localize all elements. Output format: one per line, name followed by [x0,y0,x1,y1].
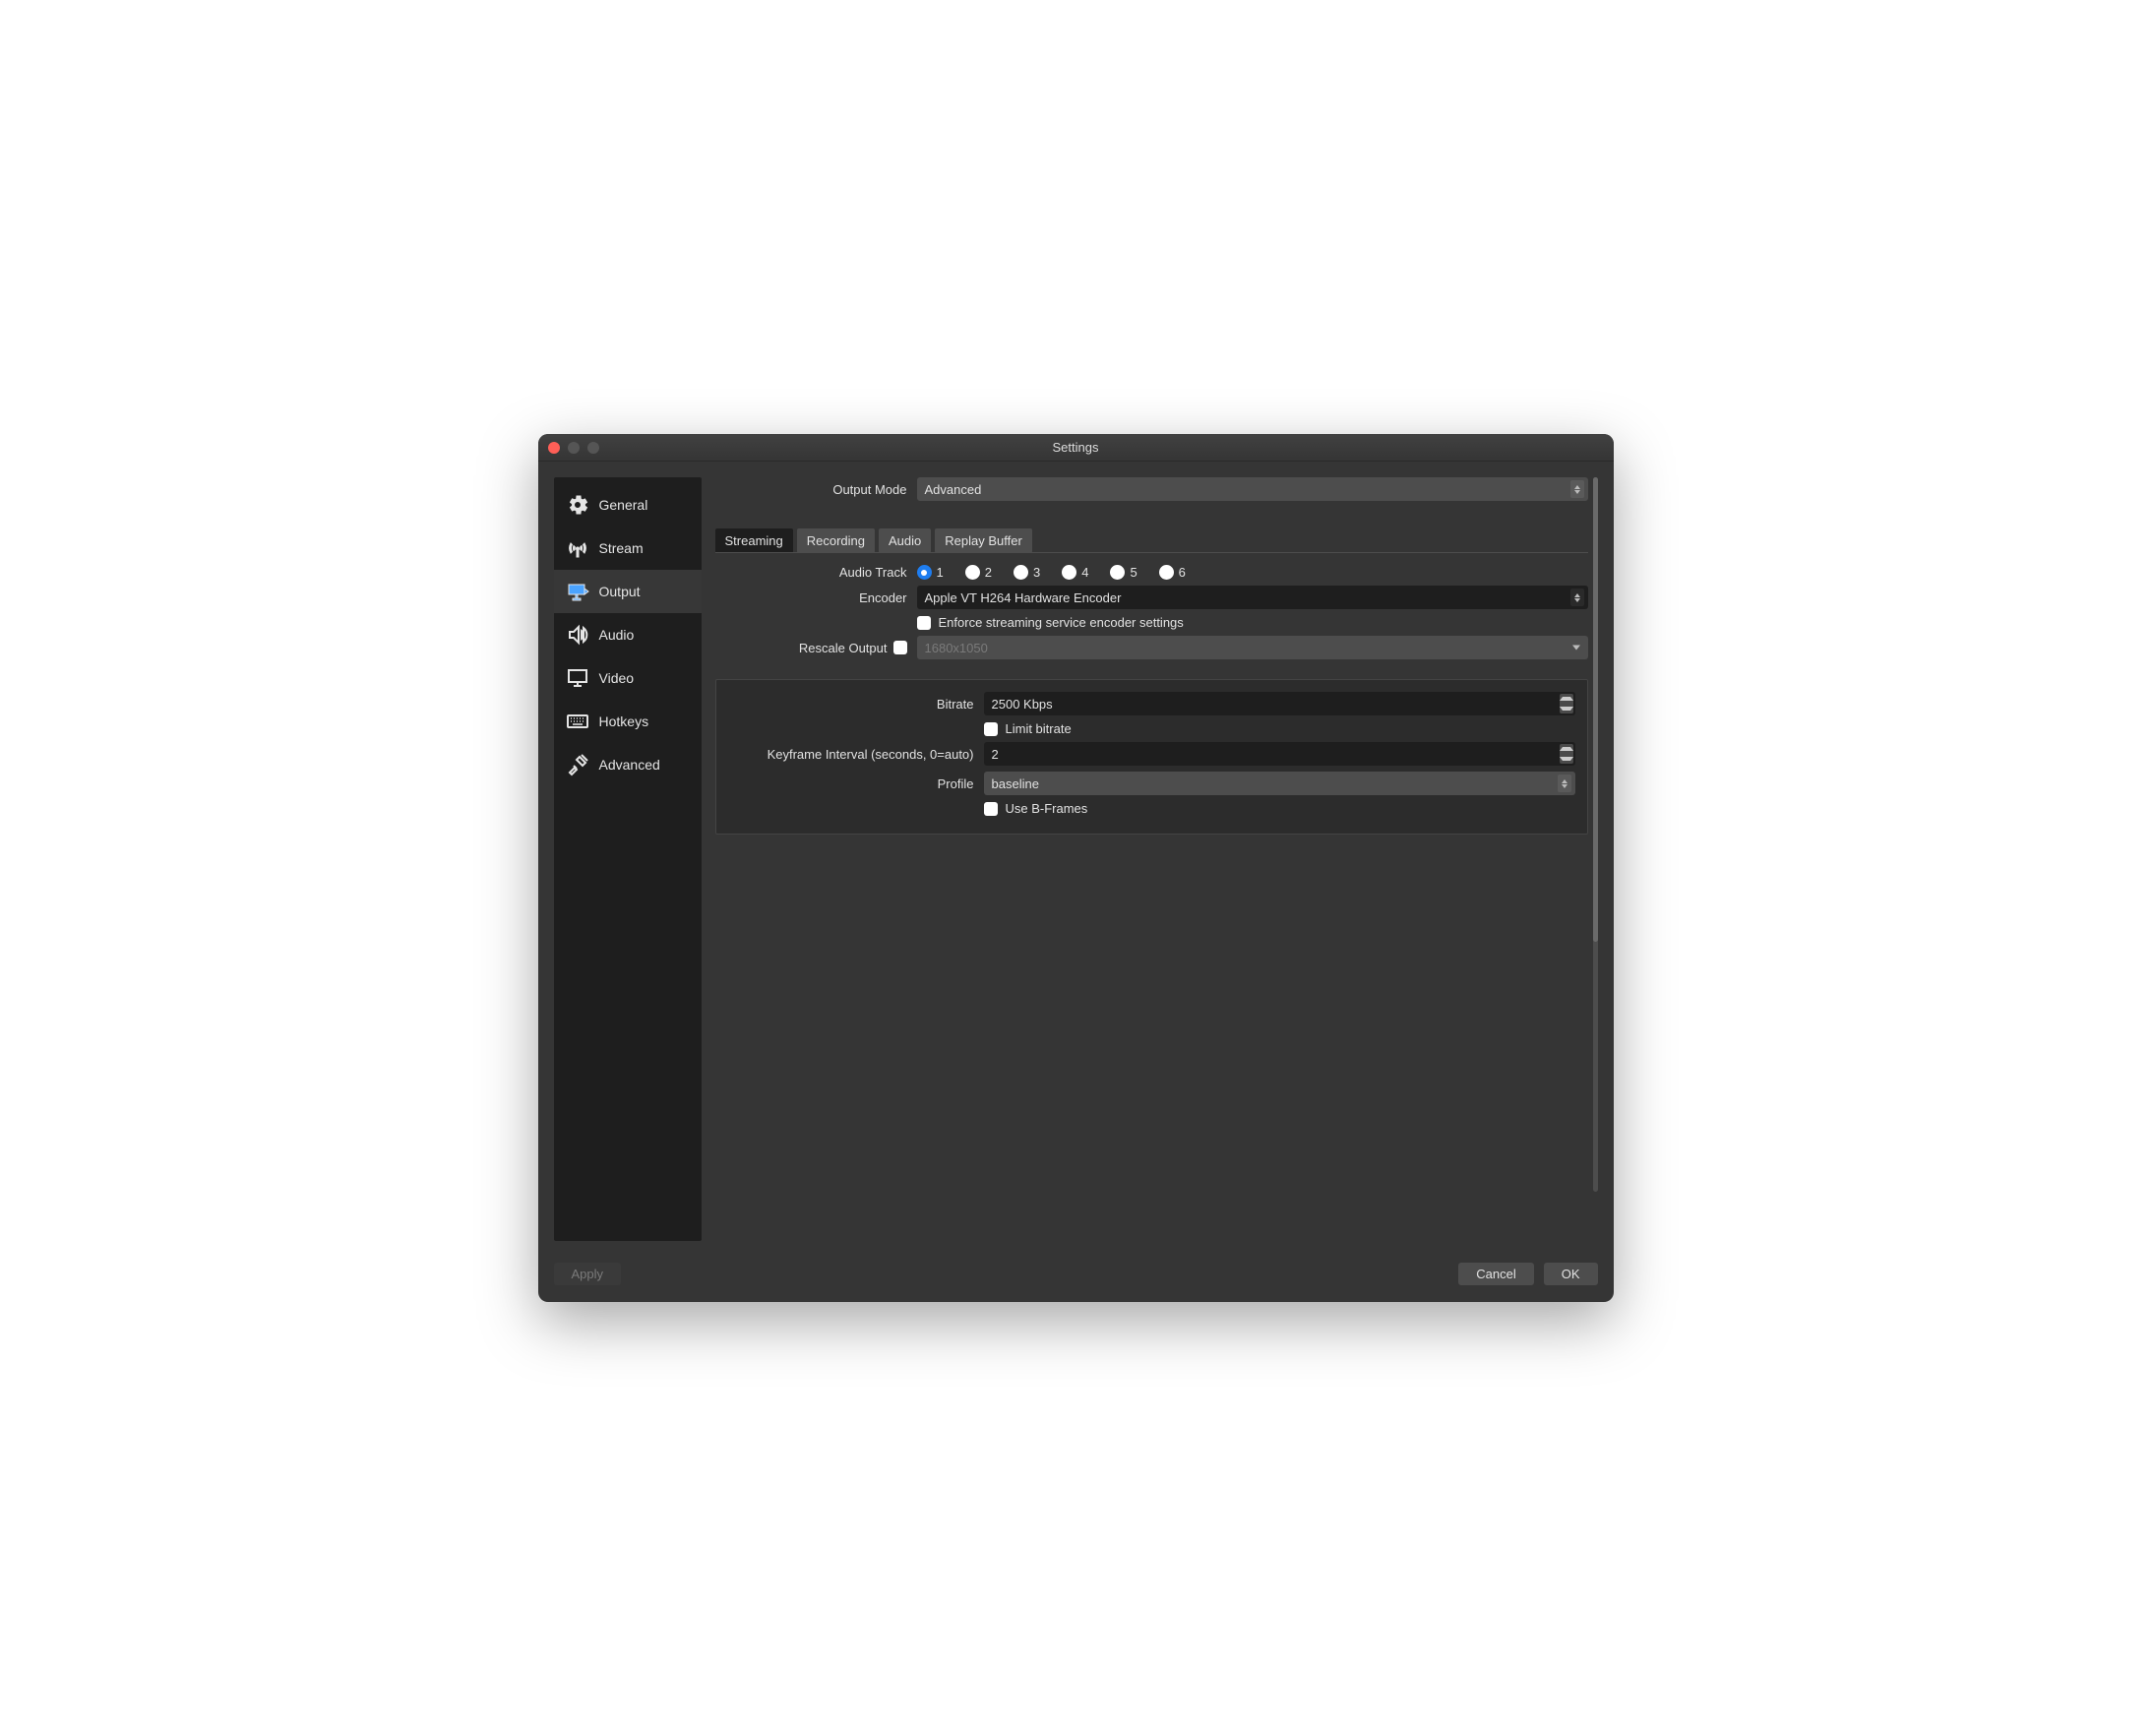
bitrate-input[interactable]: 2500 Kbps [984,692,1575,715]
sidebar-item-video[interactable]: Video [554,656,702,700]
traffic-lights [548,442,599,454]
audio-track-4[interactable]: 4 [1062,565,1088,580]
keyframe-input[interactable]: 2 [984,742,1575,766]
enforce-check-row: Enforce streaming service encoder settin… [917,615,1588,630]
sidebar-item-label: Hotkeys [599,713,649,729]
rescale-placeholder: 1680x1050 [925,641,988,655]
profile-select[interactable]: baseline [984,772,1575,795]
keyframe-label: Keyframe Interval (seconds, 0=auto) [728,747,984,762]
titlebar: Settings [538,434,1614,462]
chevron-down-icon [1572,646,1580,651]
gear-icon [566,493,589,517]
rescale-checkbox[interactable] [893,641,907,654]
main-panel: Output Mode Advanced Streaming Recording… [715,477,1598,1241]
limit-bitrate-row: Limit bitrate [728,721,1575,736]
encoder-label: Encoder [715,590,917,605]
encoder-select[interactable]: Apple VT H264 Hardware Encoder [917,586,1588,609]
audio-track-5[interactable]: 5 [1110,565,1137,580]
sidebar-item-label: Stream [599,540,644,556]
ok-button[interactable]: OK [1544,1263,1598,1285]
audio-track-2[interactable]: 2 [965,565,992,580]
updown-icon [1570,480,1584,498]
sidebar-item-label: Output [599,584,641,599]
updown-icon [1558,775,1571,792]
encoder-value: Apple VT H264 Hardware Encoder [925,590,1122,605]
limit-bitrate-checkbox[interactable] [984,722,998,736]
keyframe-row: Keyframe Interval (seconds, 0=auto) 2 [728,742,1575,766]
audio-track-radios: 1 2 3 4 5 6 [917,565,1588,580]
spinner-arrows[interactable] [1560,744,1573,764]
apply-button: Apply [554,1263,622,1285]
close-window-button[interactable] [548,442,560,454]
body: General Stream Output Audio Video Hotkey… [538,462,1614,1257]
sidebar-item-label: Video [599,670,635,686]
bframes-label: Use B-Frames [1006,801,1088,816]
audio-track-label: Audio Track [715,565,917,580]
speaker-icon [566,623,589,647]
bitrate-row: Bitrate 2500 Kbps [728,692,1575,715]
bframes-row: Use B-Frames [728,801,1575,816]
rescale-select[interactable]: 1680x1050 [917,636,1588,659]
window-title: Settings [1053,440,1099,455]
output-mode-label: Output Mode [715,482,917,497]
profile-label: Profile [728,776,984,791]
updown-icon [1570,589,1584,606]
profile-value: baseline [992,776,1039,791]
sidebar-item-general[interactable]: General [554,483,702,527]
audio-track-3[interactable]: 3 [1014,565,1040,580]
tools-icon [566,753,589,776]
sidebar-item-output[interactable]: Output [554,570,702,613]
encoder-row: Encoder Apple VT H264 Hardware Encoder [715,586,1588,609]
monitor-icon [566,666,589,690]
tabs-divider [715,552,1588,553]
scrollbar[interactable] [1593,477,1598,1192]
bframes-checkbox[interactable] [984,802,998,816]
enforce-checkbox[interactable] [917,616,931,630]
output-icon [566,580,589,603]
sidebar-item-label: General [599,497,648,513]
settings-window: Settings General Stream Output Audio Vi [538,434,1614,1302]
output-mode-select[interactable]: Advanced [917,477,1588,501]
tab-streaming[interactable]: Streaming [715,528,793,553]
sidebar-item-audio[interactable]: Audio [554,613,702,656]
sidebar-item-stream[interactable]: Stream [554,527,702,570]
sidebar-item-label: Audio [599,627,635,643]
output-mode-row: Output Mode Advanced [715,477,1588,501]
sidebar-item-advanced[interactable]: Advanced [554,743,702,786]
cancel-button[interactable]: Cancel [1458,1263,1533,1285]
rescale-label: Rescale Output [799,641,888,655]
tab-recording[interactable]: Recording [797,528,875,553]
encoder-settings-group: Bitrate 2500 Kbps Limit bitrate Keyframe… [715,679,1588,835]
sidebar: General Stream Output Audio Video Hotkey… [554,477,702,1241]
limit-bitrate-label: Limit bitrate [1006,721,1072,736]
audio-track-row: Audio Track 1 2 3 4 5 6 [715,565,1588,580]
output-tabs: Streaming Recording Audio Replay Buffer [715,528,1588,553]
profile-row: Profile baseline [728,772,1575,795]
sidebar-item-label: Advanced [599,757,660,773]
keyframe-value: 2 [992,747,999,762]
audio-track-1[interactable]: 1 [917,565,944,580]
sidebar-item-hotkeys[interactable]: Hotkeys [554,700,702,743]
bitrate-value: 2500 Kbps [992,697,1053,712]
enforce-row: Enforce streaming service encoder settin… [715,615,1588,630]
broadcast-icon [566,536,589,560]
enforce-label: Enforce streaming service encoder settin… [939,615,1184,630]
zoom-window-button[interactable] [587,442,599,454]
bitrate-label: Bitrate [728,697,984,712]
rescale-row: Rescale Output 1680x1050 [715,636,1588,659]
spinner-arrows[interactable] [1560,694,1573,713]
minimize-window-button[interactable] [568,442,580,454]
keyboard-icon [566,710,589,733]
footer: Apply Cancel OK [538,1257,1614,1302]
output-mode-value: Advanced [925,482,982,497]
tab-replay-buffer[interactable]: Replay Buffer [935,528,1032,553]
tab-audio[interactable]: Audio [879,528,931,553]
audio-track-6[interactable]: 6 [1159,565,1186,580]
